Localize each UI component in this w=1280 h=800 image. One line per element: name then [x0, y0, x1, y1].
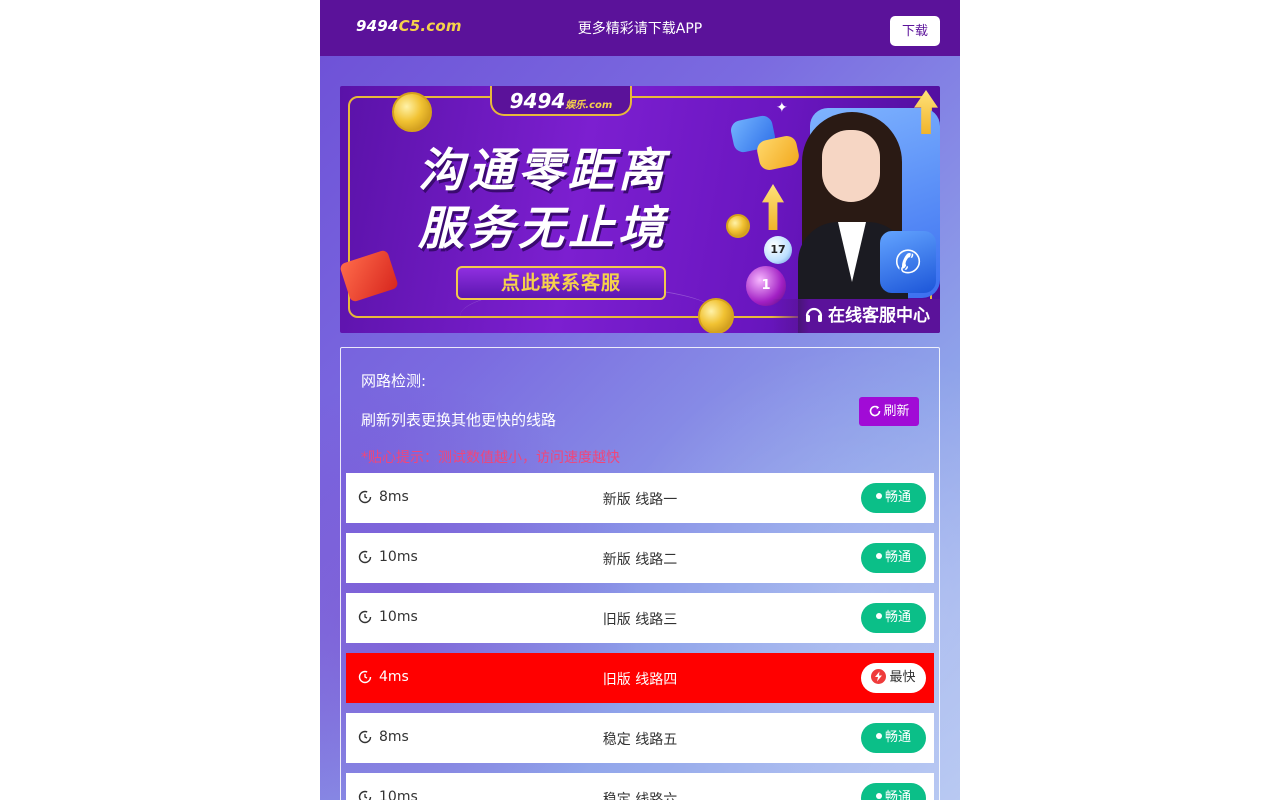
status-text: 畅通	[884, 730, 911, 745]
lottery-ball-17: 17	[764, 236, 792, 264]
route-list: 8ms 新版 线路一 畅通 10ms 新版 线路二 畅通 10ms 旧版 线路三…	[346, 473, 934, 800]
gold-coin-icon	[698, 298, 734, 333]
route-row-fastest[interactable]: 4ms 旧版 线路四 最快	[346, 653, 934, 703]
banner-brand-sub: 娱乐.com	[565, 100, 613, 111]
status-badge: 畅通	[861, 543, 926, 573]
network-check-panel: 网路检测: 刷新列表更换其他更快的线路 刷新 *贴心提示：测试数值越小，访问速度…	[340, 347, 940, 800]
banner-brand: 9494娱乐.com	[492, 89, 630, 113]
status-badge: 畅通	[861, 783, 926, 800]
route-name: 旧版 线路四	[602, 672, 678, 688]
status-dot-icon	[875, 553, 882, 559]
headline-line-2: 服务无止境	[418, 201, 668, 255]
route-row[interactable]: 10ms 稳定 线路六 畅通	[346, 773, 934, 800]
status-badge: 畅通	[861, 723, 926, 753]
mobile-app-frame: 9494C5.com 更多精彩请下载APP 下载 9494娱乐.com 沟通零距…	[320, 0, 960, 800]
top-header: 9494C5.com 更多精彩请下载APP 下载	[320, 0, 960, 56]
status-text: 畅通	[884, 550, 911, 565]
route-name: 稳定 线路六	[602, 792, 678, 800]
headline-line-1: 沟通零距离	[418, 143, 668, 197]
panel-title: 网路检测:	[361, 372, 427, 390]
status-text: 畅通	[884, 610, 911, 625]
route-name: 新版 线路二	[602, 552, 678, 568]
status-text: 畅通	[884, 790, 911, 800]
status-text: 畅通	[884, 490, 911, 505]
refresh-icon	[870, 405, 881, 417]
route-row[interactable]: 8ms 稳定 线路五 畅通	[346, 713, 934, 763]
status-dot-icon	[875, 733, 882, 739]
refresh-label: 刷新	[883, 404, 910, 419]
fastest-badge: 最快	[861, 663, 926, 693]
contact-service-button[interactable]: 点此联系客服	[456, 266, 666, 300]
gold-coin-icon	[726, 214, 750, 238]
status-badge: 畅通	[861, 603, 926, 633]
download-button[interactable]: 下载	[890, 16, 940, 46]
status-dot-icon	[875, 493, 882, 499]
headset-icon	[805, 307, 823, 322]
phone-icon: ✆	[880, 231, 936, 293]
route-name: 稳定 线路五	[602, 732, 678, 748]
route-name: 旧版 线路三	[602, 612, 678, 628]
status-text: 最快	[889, 670, 916, 685]
route-row[interactable]: 10ms 新版 线路二 畅通	[346, 533, 934, 583]
route-row[interactable]: 8ms 新版 线路一 畅通	[346, 473, 934, 523]
service-center-label[interactable]: 在线客服中心	[772, 299, 940, 333]
route-row[interactable]: 10ms 旧版 线路三 畅通	[346, 593, 934, 643]
gold-coin-icon	[392, 92, 432, 132]
banner-brand-tab: 9494娱乐.com	[490, 86, 632, 116]
customer-service-banner[interactable]: 9494娱乐.com 沟通零距离 服务无止境 点此联系客服 ✆ ✦ 17 1 在…	[340, 86, 940, 333]
banner-headline: 沟通零距离 服务无止境	[418, 141, 718, 257]
download-prompt-text: 更多精彩请下载APP	[577, 21, 703, 37]
speed-tip: *贴心提示：测试数值越小，访问速度越快	[361, 450, 620, 466]
refresh-button[interactable]: 刷新	[859, 397, 919, 426]
status-dot-icon	[875, 613, 882, 619]
lightning-icon	[871, 669, 887, 684]
status-badge: 畅通	[861, 483, 926, 513]
service-center-text: 在线客服中心	[828, 306, 930, 326]
status-dot-icon	[875, 793, 882, 799]
route-name: 新版 线路一	[602, 492, 678, 508]
sparkle-icon: ✦	[776, 100, 788, 116]
panel-subtitle: 刷新列表更换其他更快的线路	[361, 411, 557, 429]
banner-brand-main: 9494	[509, 89, 566, 113]
